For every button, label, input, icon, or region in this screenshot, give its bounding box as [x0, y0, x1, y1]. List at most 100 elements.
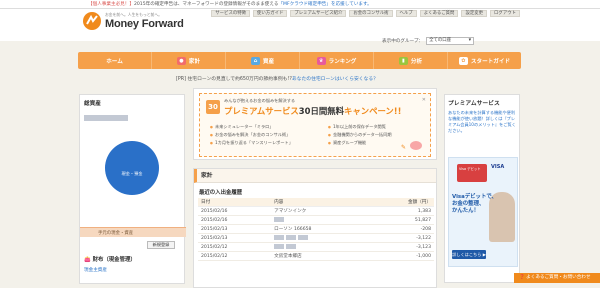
transactions-table: 日付 内容 金額（円） 2015/02/16 アマゾンインク 1,383 2015/…: [198, 198, 434, 261]
nav-analysis[interactable]: ▮ 分析: [374, 52, 448, 69]
nav-start-guide-label: スタートガイド: [470, 58, 511, 65]
toplink-settings[interactable]: 設定変更: [461, 10, 488, 17]
row-content: 文房堂本郷店: [271, 251, 369, 261]
banner-title: プレミアムサービス30日間無料キャンペーン!!: [224, 105, 401, 117]
wallet-title: 👛 財布（現金管理）: [84, 255, 136, 263]
chart-icon: ▮: [398, 56, 408, 65]
announcement-text: 2015年の確定申告は、マネーフォワードの登録情報がそのまま使える: [133, 2, 279, 7]
ad-line-2: お金の整理、: [452, 201, 485, 207]
table-row[interactable]: 2015/02/16 51,827: [198, 215, 434, 225]
premium-description-link[interactable]: あなたの未来を計算する機能や便利な機能が使い放題！詳しくは『プレミアム会員10の…: [445, 110, 519, 134]
banner-feature: 金融機関からのデータ一括同期: [328, 132, 430, 138]
nav-analysis-label: 分析: [410, 58, 423, 65]
pr-text: 住宅ローンの見直しで約650万円の節約事例も!?: [187, 77, 292, 82]
logo[interactable]: お金を前へ。人生をもっと前へ。 Money Forward: [82, 11, 184, 31]
crown-icon: ♛: [316, 56, 326, 65]
row-date: 2015/02/13: [198, 233, 272, 243]
row-amount: 1,383: [368, 206, 434, 216]
banner-feature: お金の悩みを解決「お金のコンサル術」: [210, 132, 328, 138]
pr-tag: [PR]: [176, 77, 186, 82]
nav-kakei[interactable]: ● 家計: [152, 52, 226, 69]
banner-title-a: プレミアムサービス: [224, 106, 299, 116]
main-column: 30 みんなが抱えるお金の悩みを解決する プレミアムサービス30日間無料キャンペ…: [193, 88, 437, 288]
toplink-features[interactable]: サービスの特徴: [211, 10, 251, 17]
announcement-link[interactable]: 「MFクラウド確定申告」を応援しています。: [278, 2, 371, 7]
total-assets-title: 総資産: [84, 101, 101, 107]
help-button[interactable]: ❓ よくあるご質問・お問い合わせ: [514, 273, 600, 283]
pr-line: [PR] 住宅ローンの見直しで約650万円の節約事例も!?あなたの住宅ローンはい…: [176, 75, 378, 82]
row-content: [271, 215, 369, 225]
banner-subtitle: みんなが抱えるお金の悩みを解決する: [224, 98, 296, 103]
header: お金を前へ。人生をもっと前へ。 Money Forward サービスの特徴 使い…: [0, 9, 600, 41]
announcement-bar: 【個人事業主必見！】2015年の確定申告は、マネーフォワードの登録情報がそのまま…: [0, 0, 600, 9]
row-amount: -3,123: [368, 242, 434, 252]
table-row[interactable]: 2015/02/12 -3,123: [198, 242, 434, 252]
pencil-icon: ✎: [400, 144, 406, 151]
nav-assets[interactable]: ⌂ 資産: [226, 52, 300, 69]
wallet-icon: 👛: [84, 257, 91, 263]
row-content: [271, 233, 369, 243]
kakei-panel: 家計 最近の入出金履歴 日付 内容 金額（円） 2015/02/16 アマゾンイン…: [193, 168, 437, 288]
premium-sidebar: プレミアムサービス あなたの未来を計算する機能や便利な機能が使い放題！詳しくは『…: [444, 94, 520, 283]
row-date: 2015/02/12: [198, 251, 272, 261]
redacted: [286, 235, 297, 240]
visa-debit-ad[interactable]: Visa デビット VISA Visaデビットで、 お金の整理、 かんたん！ 詳…: [448, 157, 518, 267]
row-date: 2015/02/16: [198, 215, 272, 225]
premium-banner[interactable]: 30 みんなが抱えるお金の悩みを解決する プレミアムサービス30日間無料キャンペ…: [193, 88, 437, 160]
banner-title-b: 30日間無料: [298, 106, 344, 116]
table-row[interactable]: 2015/02/13 ローソン 166658 -208: [198, 224, 434, 234]
banner-feature-list: 未来シミュレーター「ミラロ」 1年以上前の保存データ閲覧 お金の悩みを解決「お金…: [210, 124, 430, 146]
table-header-row: 日付 内容 金額（円）: [198, 198, 434, 207]
toplink-premium[interactable]: プレミアムサービス紹介: [290, 10, 347, 17]
table-row[interactable]: 2015/02/12 文房堂本郷店 -1,000: [198, 251, 434, 261]
visa-logo: VISA: [491, 164, 505, 170]
banner-feature: 1カ月を振り返る「マンスリーレポート」: [210, 140, 328, 146]
premium-banner-box: 30 みんなが抱えるお金の悩みを解決する プレミアムサービス30日間無料キャンペ…: [199, 93, 431, 157]
col-content: 内容: [271, 198, 369, 207]
toplink-help[interactable]: ヘルプ: [395, 10, 417, 17]
group-select[interactable]: 全ての口座: [426, 37, 475, 45]
table-row[interactable]: 2015/02/16 アマゾンインク 1,383: [198, 206, 434, 216]
group-label: 表示中のグループ：: [382, 39, 424, 44]
nav-assets-label: 資産: [262, 58, 275, 65]
cash-assets-tab[interactable]: 手元の現金・資産: [80, 227, 186, 237]
close-icon[interactable]: ✕: [422, 97, 426, 103]
main-nav: ホーム ● 家計 ⌂ 資産 ♛ ランキング ▮ 分析 ✿ スタートガイド: [78, 52, 521, 69]
row-date: 2015/02/13: [198, 224, 272, 234]
redacted: [286, 244, 297, 249]
calendar-icon: 30: [206, 100, 220, 114]
fan-icon: ✿: [458, 56, 468, 65]
nav-home[interactable]: ホーム: [78, 52, 152, 69]
nav-start-guide[interactable]: ✿ スタートガイド: [448, 52, 521, 69]
assets-pie-chart: 現金・預金: [104, 140, 160, 196]
cash-label[interactable]: 現金主資産: [84, 267, 107, 273]
pie-slice-cash: [105, 141, 159, 195]
row-amount: -3,122: [368, 233, 434, 243]
pie-label: 現金・預金: [122, 170, 144, 177]
new-register-button[interactable]: 新規登録: [147, 241, 175, 249]
row-amount: -208: [368, 224, 434, 234]
col-amount: 金額（円）: [368, 198, 434, 207]
toplink-guide[interactable]: 使い方ガイド: [253, 10, 288, 17]
table-row[interactable]: 2015/02/13 -3,122: [198, 233, 434, 243]
toplink-logout[interactable]: ログアウト: [490, 10, 520, 17]
pig-icon: ●: [176, 56, 186, 65]
row-date: 2015/02/16: [198, 206, 272, 216]
row-amount: 51,827: [368, 215, 434, 225]
pr-link[interactable]: あなたの住宅ローンはいくら安くなる？: [292, 77, 378, 82]
redacted: [298, 235, 309, 240]
toplink-faq[interactable]: よくあるご質問: [419, 10, 459, 17]
toplink-consult[interactable]: お金のコンサル術: [349, 10, 393, 17]
ad-line-3: かんたん！: [452, 208, 479, 214]
redacted: [274, 244, 285, 249]
nav-ranking[interactable]: ♛ ランキング: [300, 52, 374, 69]
nav-ranking-label: ランキング: [328, 58, 357, 65]
ad-details-button[interactable]: 詳しくはこちら ▶: [452, 250, 486, 259]
announcement-tag: 【個人事業主必見！】: [88, 2, 134, 7]
house-icon: ⌂: [250, 56, 260, 65]
banner-title-c: キャンペーン!!: [343, 106, 402, 116]
ad-line-1: Visaデビットで、: [452, 194, 497, 200]
col-date: 日付: [198, 198, 272, 207]
nav-home-label: ホーム: [106, 58, 123, 65]
kakei-title: 家計: [194, 169, 436, 183]
